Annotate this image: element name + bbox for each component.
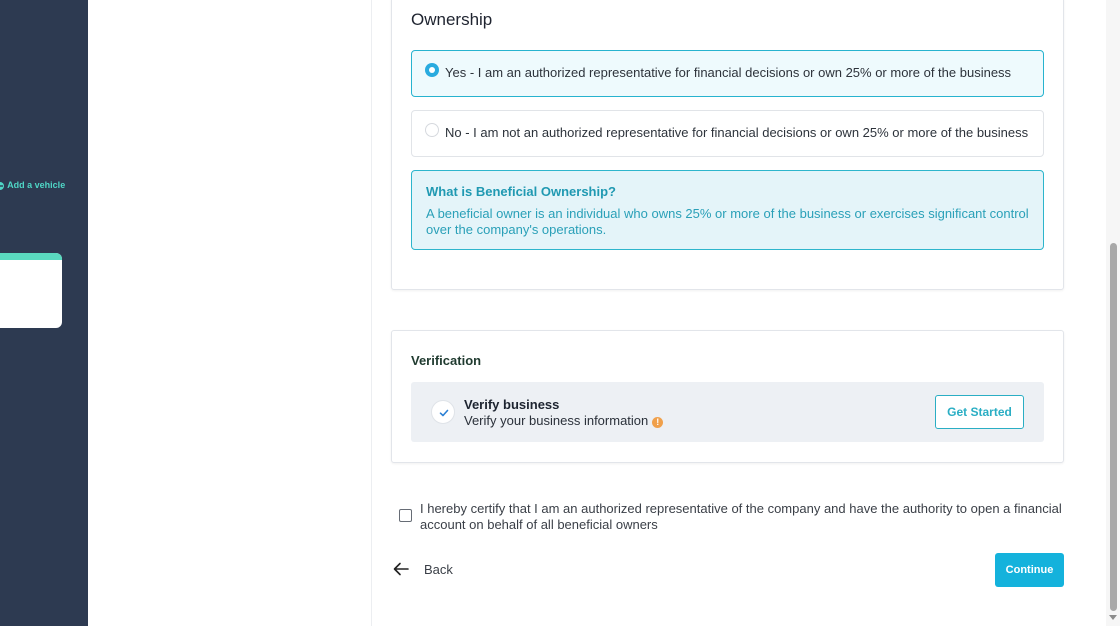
sidebar: Add a vehicle <box>0 0 88 626</box>
verify-business-desc: Verify your business information <box>464 413 649 428</box>
ownership-title: Ownership <box>411 10 493 29</box>
warning-icon: ! <box>652 417 664 428</box>
ownership-option-yes-label: Yes - I am an authorized representative … <box>445 65 1012 80</box>
verify-business-row: Verify business Verify your business inf… <box>411 382 1044 442</box>
scroll-down-icon[interactable] <box>1109 615 1117 620</box>
add-vehicle-link[interactable]: Add a vehicle <box>0 180 65 191</box>
plus-icon <box>0 181 5 191</box>
verify-business-name: Verify business <box>464 397 560 412</box>
scrollbar[interactable] <box>1106 0 1120 626</box>
ownership-option-no[interactable]: No - I am not an authorized representati… <box>411 110 1044 157</box>
add-vehicle-label: Add a vehicle <box>7 180 66 190</box>
back-label: Back <box>424 562 453 577</box>
ownership-option-yes[interactable]: Yes - I am an authorized representative … <box>411 50 1044 97</box>
verification-title: Verification <box>411 353 482 368</box>
checkmark-icon <box>431 400 455 424</box>
certify-text: I hereby certify that I am an authorized… <box>420 501 1062 532</box>
ownership-option-no-label: No - I am not an authorized representati… <box>445 125 1029 140</box>
info-body: A beneficial owner is an individual who … <box>426 206 1029 237</box>
info-title: What is Beneficial Ownership? <box>426 184 616 199</box>
verify-business-desc-wrap: Verify your business information! <box>464 413 664 428</box>
certify-checkbox[interactable] <box>399 509 412 522</box>
radio-unselected-icon[interactable] <box>425 123 439 137</box>
sidebar-card[interactable] <box>0 253 62 328</box>
beneficial-ownership-info: What is Beneficial Ownership? A benefici… <box>411 170 1044 250</box>
radio-selected-icon[interactable] <box>425 63 439 77</box>
content-divider <box>371 0 372 626</box>
get-started-button[interactable]: Get Started <box>935 395 1024 429</box>
continue-button[interactable]: Continue <box>995 553 1064 587</box>
sidebar-card-accent <box>0 253 62 260</box>
scrollbar-thumb[interactable] <box>1110 243 1117 611</box>
arrow-left-icon <box>393 562 409 576</box>
